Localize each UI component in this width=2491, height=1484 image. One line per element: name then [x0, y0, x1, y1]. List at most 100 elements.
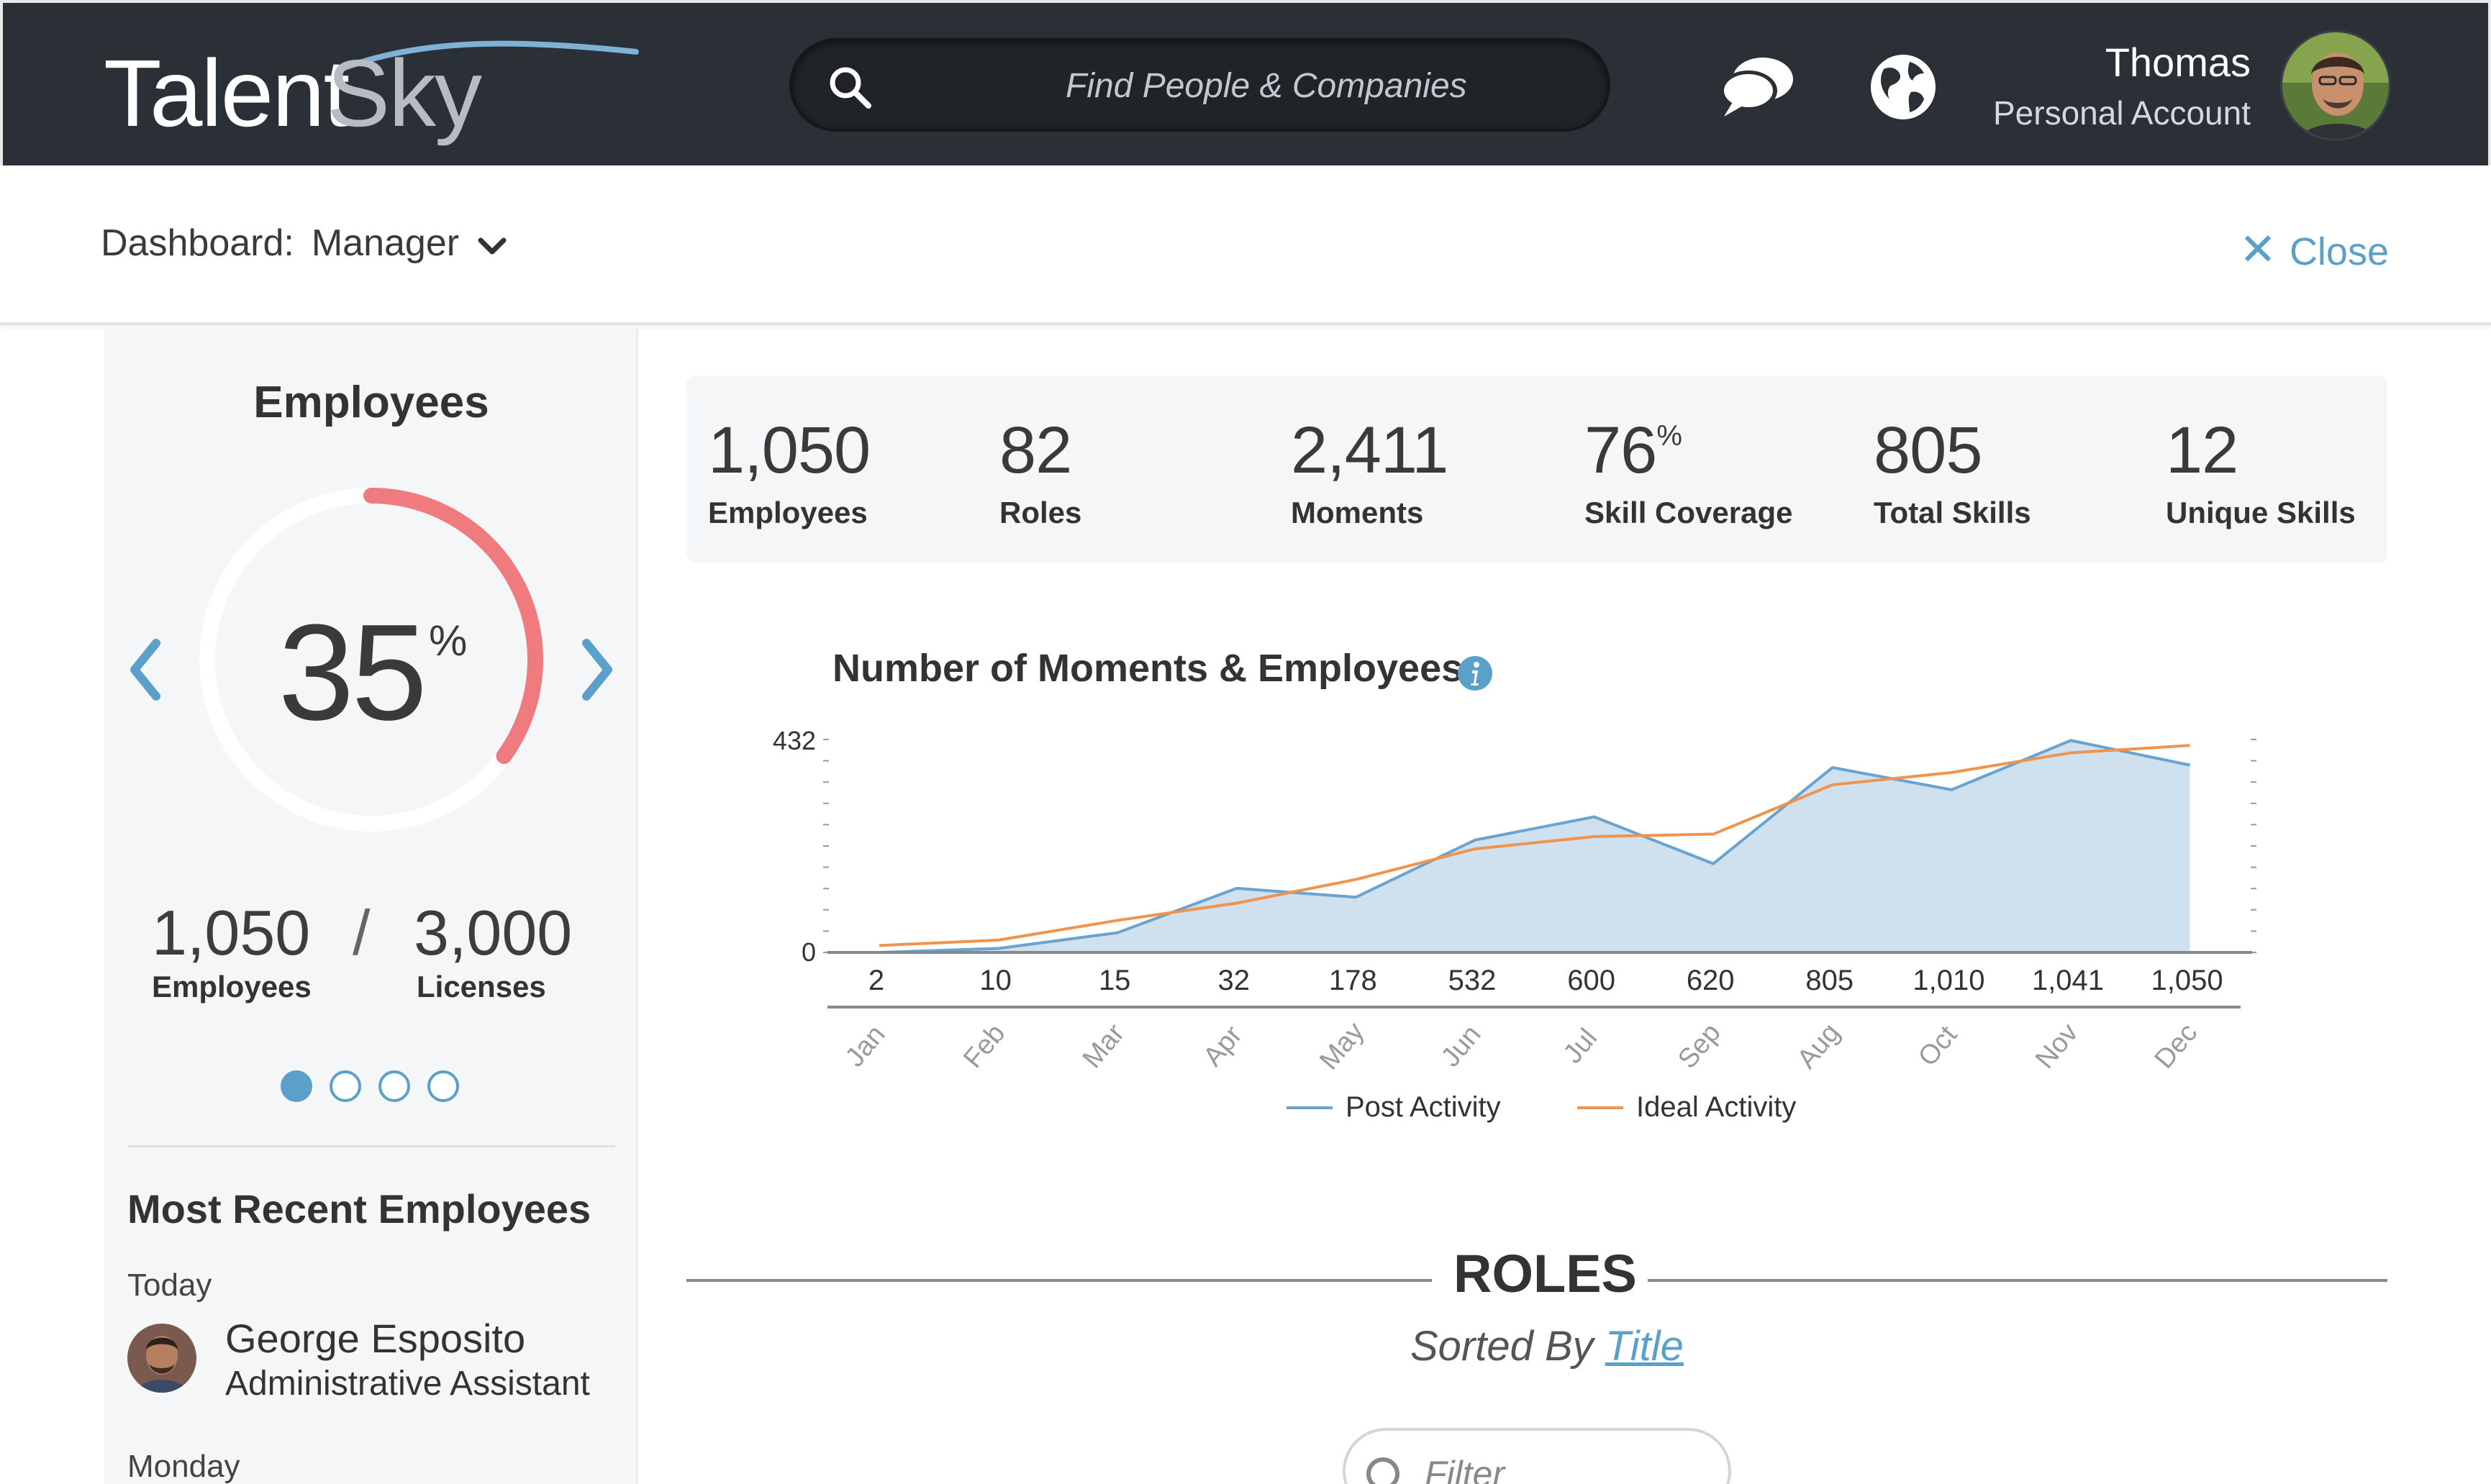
stat-moments: 2,411 Moments	[1291, 413, 1448, 530]
employee-count-label: 1,041	[2032, 965, 2104, 996]
stat-total-skills: 805 Total Skills	[1874, 413, 2031, 530]
close-button[interactable]: ✕ Close	[2239, 223, 2389, 276]
stat-value: 76%	[1584, 414, 1682, 487]
stat-value: 1,050	[708, 414, 871, 487]
x-tick-label: Nov	[2030, 1018, 2084, 1075]
x-tick-label: May	[1314, 1016, 1370, 1075]
close-label: Close	[2289, 230, 2389, 273]
dashboard-toolbar: Dashboard: Manager ✕ Close	[0, 165, 2491, 325]
sort-field-link[interactable]: Title	[1605, 1323, 1684, 1370]
employee-count-label: 1,010	[1913, 965, 1984, 996]
ratio-separator: /	[353, 897, 371, 968]
recent-day-label: Today	[127, 1267, 212, 1303]
dashboard-selector[interactable]: Dashboard: Manager	[101, 222, 508, 267]
x-tick-label: Apr	[1198, 1020, 1248, 1073]
pager-dot[interactable]	[378, 1070, 410, 1102]
user-avatar-image	[2282, 32, 2389, 139]
search-icon[interactable]	[825, 63, 876, 113]
x-tick-label: Sep	[1672, 1018, 1727, 1075]
roles-sort-indicator: Sorted By Title	[1410, 1322, 1684, 1370]
search-icon[interactable]	[1361, 1452, 1412, 1484]
stat-value: 805	[1874, 414, 1982, 487]
chevron-down-icon[interactable]	[476, 236, 508, 258]
x-tick-label: Oct	[1913, 1020, 1963, 1073]
stat-roles: 82 Roles	[999, 413, 1081, 530]
roles-divider-left	[686, 1279, 1432, 1282]
stat-label: Roles	[999, 496, 1082, 529]
employees-count-label: Employees	[152, 970, 312, 1003]
filter-input[interactable]	[1425, 1452, 1684, 1484]
stat-unique-skills: 12 Unique Skills	[2166, 413, 2356, 530]
employees-panel-title: Employees	[253, 378, 489, 427]
employee-name[interactable]: George Esposito	[225, 1315, 525, 1362]
chevron-left-icon[interactable]	[124, 637, 168, 702]
info-icon[interactable]	[1456, 655, 1494, 692]
account-type: Personal Account	[1992, 94, 2251, 132]
employee-role: Administrative Assistant	[225, 1365, 590, 1403]
stat-value: 2,411	[1291, 414, 1448, 487]
sort-prefix: Sorted By	[1410, 1323, 1594, 1370]
x-tick-label: Jun	[1435, 1019, 1487, 1073]
chevron-right-icon[interactable]	[575, 637, 618, 702]
panel-divider	[127, 1145, 615, 1147]
stat-label: Skill Coverage	[1584, 496, 1793, 529]
stat-label: Total Skills	[1874, 496, 2031, 529]
recent-day-label: Monday	[127, 1449, 240, 1484]
moments-employees-chart: 432 0 2 10 15 32 178 532 600 620 805 1,010 1,041 1,05…	[773, 726, 2256, 1123]
employee-count-label: 532	[1448, 965, 1497, 996]
licenses-count: 3,000	[414, 897, 573, 968]
roles-filter[interactable]	[1343, 1428, 1731, 1484]
user-avatar[interactable]	[2280, 30, 2391, 141]
x-tick-label: Feb	[958, 1019, 1011, 1074]
pager-dot[interactable]	[281, 1070, 312, 1102]
logo-text-primary: Talent	[104, 40, 350, 146]
licenses-count-label: Licenses	[417, 970, 546, 1003]
employee-count-label: 15	[1099, 965, 1131, 996]
x-tick-label: Jan	[840, 1019, 891, 1073]
recent-employees-title: Most Recent Employees	[127, 1186, 591, 1232]
legend-label: Post Activity	[1346, 1091, 1501, 1123]
employee-count-label: 32	[1218, 965, 1251, 996]
license-usage-percent: 35%	[104, 594, 638, 751]
stat-label: Unique Skills	[2166, 496, 2356, 529]
employee-count-label: 600	[1567, 965, 1615, 996]
dashboard-value[interactable]: Manager	[312, 222, 459, 264]
y-tick-label: 432	[773, 726, 816, 755]
x-tick-label: Jul	[1558, 1023, 1603, 1069]
globe-icon[interactable]	[1868, 52, 1938, 122]
top-navigation-bar: Talent Sky Thomas Personal Account	[0, 0, 2491, 165]
talentsky-logo[interactable]: Talent Sky	[104, 32, 639, 147]
stat-value: 82	[999, 414, 1072, 487]
chat-bubbles-icon[interactable]	[1717, 52, 1797, 121]
stat-label: Employees	[708, 496, 868, 529]
x-tick-label: Aug	[1792, 1018, 1846, 1075]
user-name[interactable]: Thomas	[2105, 39, 2251, 86]
close-icon[interactable]: ✕	[2239, 225, 2277, 275]
stat-value-suffix: %	[1656, 420, 1682, 452]
employee-avatar-image	[127, 1324, 196, 1393]
stat-label: Moments	[1291, 496, 1424, 529]
stat-employees: 1,050 Employees	[708, 413, 871, 530]
y-tick-label: 0	[802, 937, 816, 967]
percent-symbol: %	[428, 616, 467, 665]
employee-count-label: 178	[1329, 965, 1377, 996]
chart-title: Number of Moments & Employees	[832, 647, 1464, 690]
employees-panel: Employees 35% 1,050 / 3,000 Employees Li…	[104, 328, 638, 1484]
stat-value: 12	[2166, 414, 2238, 487]
employee-count-label: 10	[979, 965, 1012, 996]
employee-count-label: 620	[1687, 965, 1735, 996]
roles-title: ROLES	[1453, 1244, 1637, 1303]
employee-count-label: 1,050	[2151, 965, 2223, 996]
logo-text-secondary: Sky	[327, 40, 482, 146]
employee-count-label: 805	[1805, 965, 1853, 996]
dashboard-label: Dashboard:	[101, 222, 294, 264]
stat-skill-coverage: 76% Skill Coverage	[1584, 413, 1792, 530]
search-input[interactable]	[922, 63, 1569, 109]
roles-divider-right	[1648, 1279, 2387, 1282]
pager-dot[interactable]	[427, 1070, 459, 1102]
pager-dot[interactable]	[330, 1070, 361, 1102]
global-search[interactable]	[789, 38, 1610, 132]
employee-avatar[interactable]	[127, 1324, 196, 1393]
employee-count-label: 2	[868, 965, 884, 996]
x-tick-label: Dec	[2149, 1018, 2204, 1075]
